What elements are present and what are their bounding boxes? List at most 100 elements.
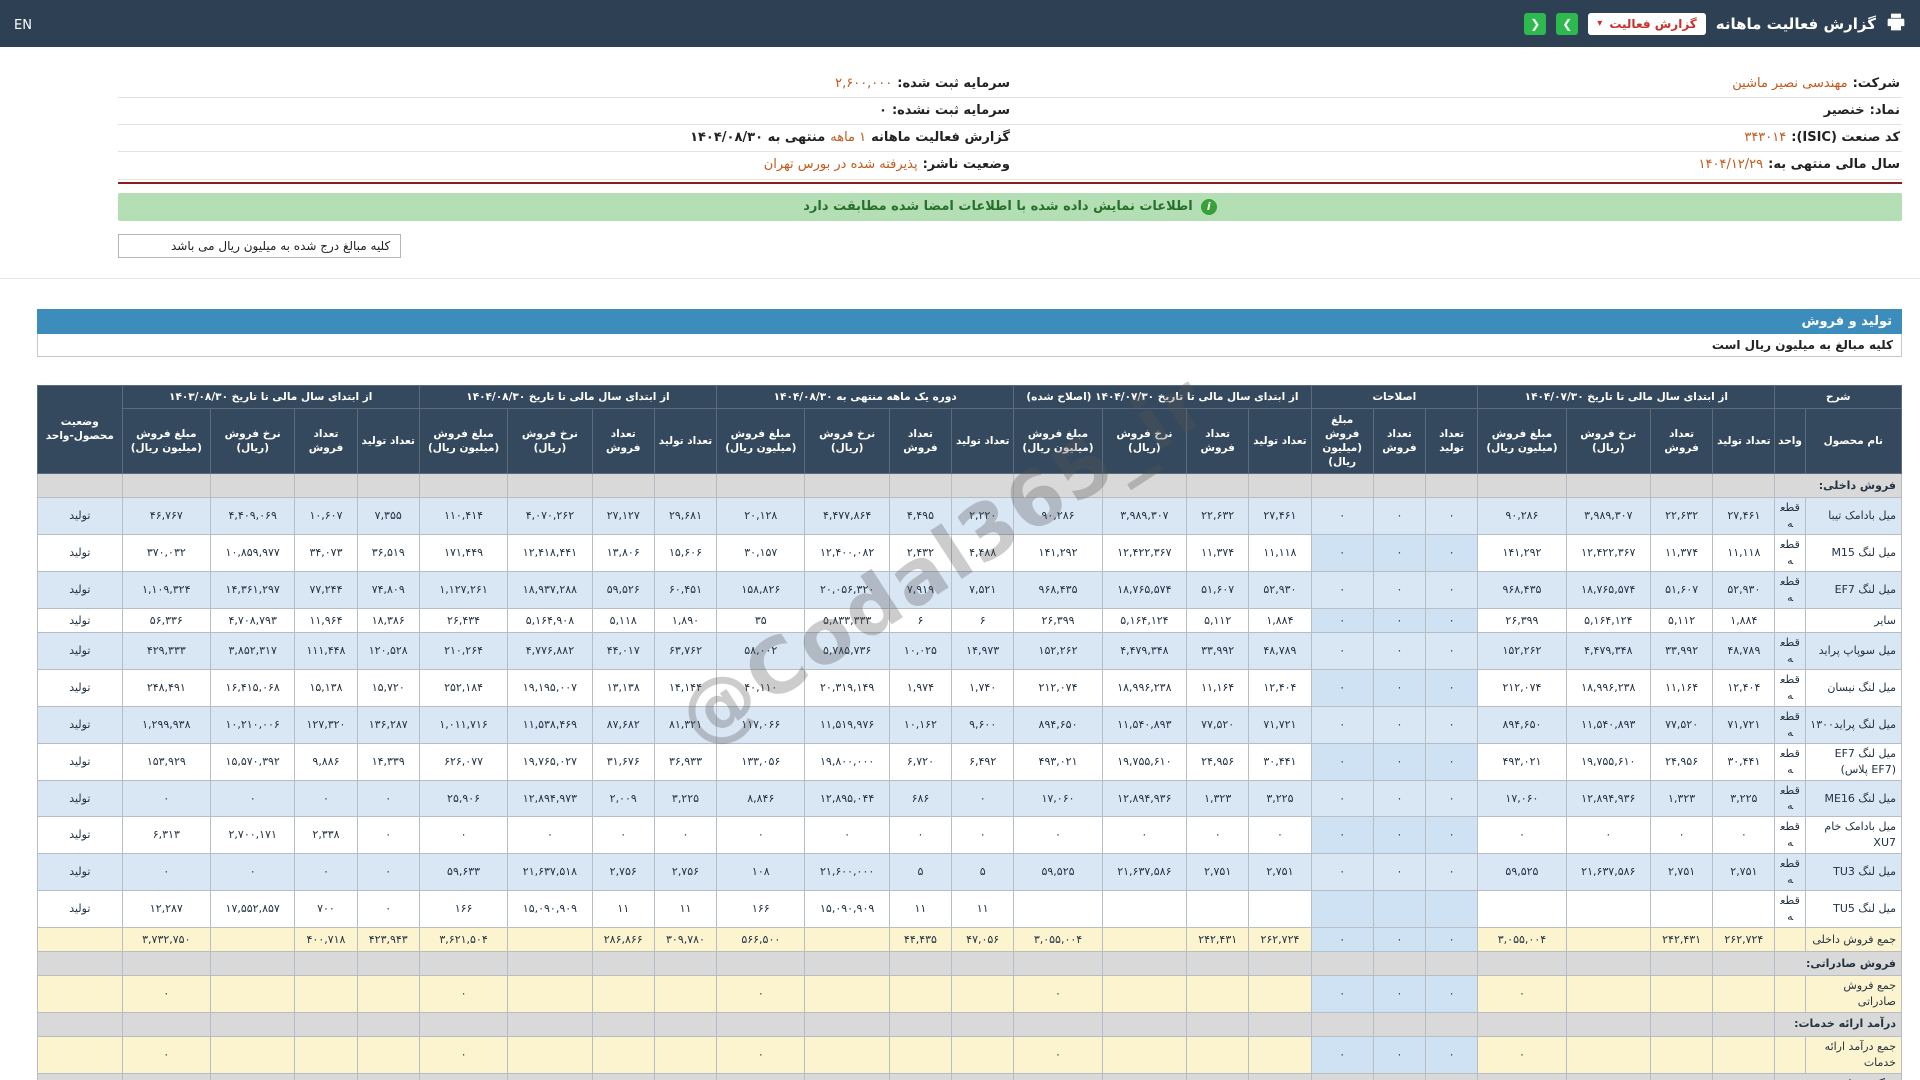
value-cell [592,1012,654,1036]
value-cell [508,474,592,498]
value-cell [1102,928,1186,952]
value-cell [654,1012,716,1036]
value-cell [1713,952,1775,976]
value-cell: ۵,۱۶۴,۱۲۴ [1566,609,1650,633]
column-header: تعداد فروش [295,408,357,474]
value-cell [1713,1073,1775,1080]
prev-report-button[interactable]: ❮ [1524,13,1546,35]
value-cell: ۵,۷۸۵,۷۳۶ [805,633,889,670]
navbar-right-group: گزارش فعالیت ماهانه گزارش فعالیت ▾ ❯ ❮ [1524,12,1906,36]
signed-info-banner: i اطلاعات نمایش داده شده با اطلاعات امضا… [118,193,1902,221]
value-cell [952,1012,1014,1036]
language-toggle[interactable]: EN [14,18,32,33]
report-type-label: گزارش فعالیت [1609,17,1696,31]
value-cell [952,1036,1014,1073]
value-cell: ۲,۷۵۱ [1249,854,1311,891]
value-cell [1713,976,1775,1013]
unit-cell: قطعه [1775,633,1805,670]
value-cell [1650,1036,1712,1073]
info-row: کد صنعت (ISIC): ۳۴۳۰۱۴ گزارش فعالیت ماها… [118,125,1902,152]
value-cell [1311,891,1373,928]
value-cell: ۴۲۳,۹۴۳ [357,928,419,952]
value-cell: ۲۴۲,۴۳۱ [1187,928,1249,952]
value-cell: ۰ [1426,976,1478,1013]
product-name-cell: فروش صادراتی: [1775,952,1902,976]
value-cell [122,1073,210,1080]
value-cell [211,928,295,952]
company-label: شرکت: [1853,74,1900,94]
company-name-link[interactable]: مهندسی نصیر ماشین [1732,74,1847,94]
value-cell: ۱,۹۷۴ [889,669,951,706]
column-header: نرخ فروش (ریال) [508,408,592,474]
value-cell [1713,474,1775,498]
value-cell: ۰ [357,780,419,817]
value-cell: ۰ [1311,780,1373,817]
symbol-field: نماد: خنصیر [1010,101,1900,121]
value-cell: ۱۶۶ [419,891,507,928]
value-cell: ۷۷,۵۲۰ [1187,706,1249,743]
value-cell: ۲۱۰,۲۶۴ [419,633,507,670]
value-cell: ۱۱,۳۷۴ [1650,535,1712,572]
value-cell: ۲۵۲,۱۸۴ [419,669,507,706]
value-cell: ۱۲,۴۱۸,۴۴۱ [508,535,592,572]
value-cell: ۵۹,۶۳۳ [419,854,507,891]
product-name-cell: میل لنگ TU5 [1805,891,1901,928]
value-cell: ۸۷,۶۸۲ [592,706,654,743]
column-header: مبلغ فروش (میلیون ریال) [419,408,507,474]
status-cell [38,928,123,952]
value-cell: ۰ [1373,633,1425,670]
value-cell: ۳۵ [717,609,805,633]
value-cell [357,474,419,498]
value-cell: ۱۵,۷۲۰ [357,669,419,706]
value-cell: ۲,۲۲۰ [952,498,1014,535]
value-cell [211,1036,295,1073]
value-cell: ۱,۳۲۳ [1650,780,1712,817]
value-cell: ۶۰,۴۵۱ [654,572,716,609]
info-row: شرکت: مهندسی نصیر ماشین سرمایه ثبت شده: … [118,71,1902,98]
value-cell: ۱۷,۰۶۰ [1478,780,1566,817]
value-cell [1650,952,1712,976]
page-divider [0,278,1920,279]
value-cell: ۱,۷۴۰ [952,669,1014,706]
column-header: تعداد فروش [1373,408,1425,474]
value-cell [1102,891,1186,928]
value-cell: ۰ [1014,817,1102,854]
value-cell: ۲۶,۴۳۴ [419,609,507,633]
value-cell [1102,1036,1186,1073]
value-cell: ۲۱,۶۳۷,۵۸۶ [1566,854,1650,891]
status-cell: تولید [38,854,123,891]
value-cell [508,952,592,976]
value-cell: ۰ [1650,817,1712,854]
status-cell [38,952,123,976]
value-cell: ۲,۷۵۱ [1713,854,1775,891]
unit-cell [1775,1036,1805,1073]
print-icon[interactable] [1886,12,1906,36]
status-cell: تولید [38,498,123,535]
value-cell [952,1073,1014,1080]
unregistered-capital-field: سرمایه ثبت نشده: ۰ [120,101,1010,121]
value-cell: ۴,۴۷۷,۸۶۴ [805,498,889,535]
value-cell: ۴,۷۷۶,۸۸۲ [508,633,592,670]
report-type-select[interactable]: گزارش فعالیت ▾ [1588,13,1705,35]
value-cell: ۵ [952,854,1014,891]
value-cell: ۲,۷۵۶ [654,854,716,891]
product-name-cell: میل لنگ پراید۱۳۰۰ [1805,706,1901,743]
value-cell: ۴,۴۷۹,۳۴۸ [1102,633,1186,670]
unit-cell [1775,609,1805,633]
value-cell: ۰ [508,817,592,854]
fiscal-year-label: سال مالی منتهی به: [1768,155,1900,175]
value-cell [717,1073,805,1080]
table-row: میل بادامک تیباقطعه۲۷,۴۶۱۲۲,۶۳۲۳,۹۸۹,۳۰۷… [38,498,1902,535]
value-cell: ۱۴۱,۲۹۲ [1478,535,1566,572]
section-row: برگشت از فروش: [38,1073,1902,1080]
value-cell: ۲۵,۹۰۶ [419,780,507,817]
value-cell [717,952,805,976]
value-cell [419,474,507,498]
next-report-button[interactable]: ❯ [1556,13,1578,35]
value-cell: ۲,۴۳۲ [889,535,951,572]
value-cell [1014,474,1102,498]
value-cell: ۴,۴۸۸ [952,535,1014,572]
value-cell [654,1073,716,1080]
value-cell [654,474,716,498]
table-row: میل لنگ EF7 (EF7 پلاس)قطعه۳۰,۴۴۱۲۴,۹۵۶۱۹… [38,743,1902,780]
